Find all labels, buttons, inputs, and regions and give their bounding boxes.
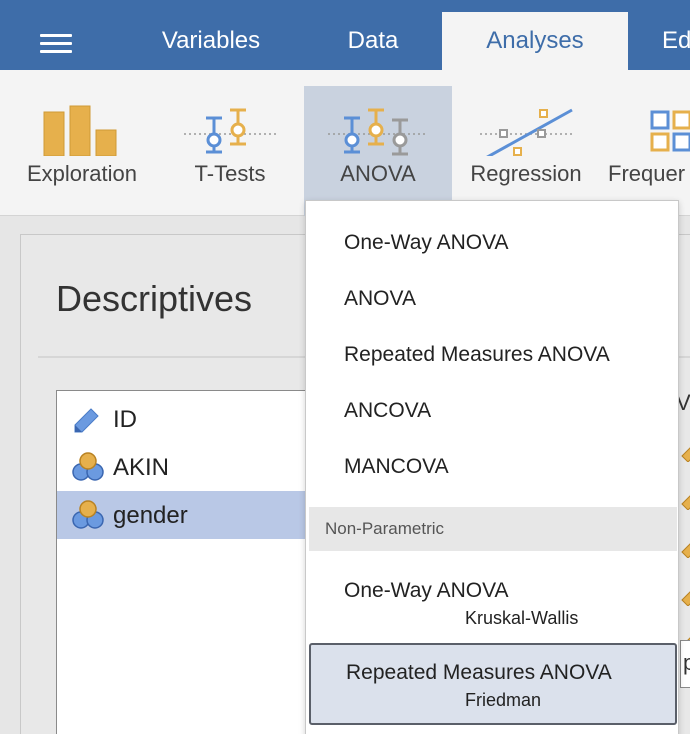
list-item-id[interactable]: ID <box>57 395 347 443</box>
variable-name: AKIN <box>113 454 170 481</box>
menu-item-friedman-sub: Friedman <box>465 690 542 710</box>
tab-edit[interactable]: Ed <box>662 12 690 70</box>
menu-item-anova[interactable]: ANOVA <box>344 287 416 311</box>
variable-list[interactable]: ID AKIN gender <box>56 390 347 734</box>
frequencies-label: Frequer <box>608 161 686 186</box>
anova-label: ANOVA <box>340 161 416 186</box>
ruler-pencil-icon <box>681 495 690 510</box>
regression-label: Regression <box>470 161 582 186</box>
menu-item-kruskal-wallis[interactable]: One-Way ANOVA <box>344 579 509 603</box>
menu-item-mancova[interactable]: MANCOVA <box>344 455 449 479</box>
split-by-box-partial[interactable]: p <box>680 640 690 688</box>
t-tests-button[interactable]: T-Tests <box>160 86 300 216</box>
non-parametric-section-header: Non-Parametric <box>309 507 677 551</box>
tab-variables[interactable]: Variables <box>140 12 282 70</box>
analysis-title: Descriptives <box>56 278 253 319</box>
anova-button[interactable]: ANOVA <box>304 86 452 216</box>
analyses-ribbon: Exploration T-Tests ANOVA Regression Fre… <box>0 70 690 216</box>
ruler-pencil-icon <box>681 447 690 462</box>
menu-item-kruskal-wallis-sub: Kruskal-Wallis <box>465 608 579 628</box>
exploration-bar-icon <box>43 105 117 156</box>
regression-icon <box>480 108 574 156</box>
top-tab-bar: Variables Data Analyses Ed <box>0 0 690 70</box>
menu-item-friedman-label: Repeated Measures ANOVA <box>346 661 612 684</box>
frequencies-icon <box>650 110 690 152</box>
ruler-pencil-icon <box>74 408 99 433</box>
menu-item-ancova[interactable]: ANCOVA <box>344 399 431 423</box>
section-label: Non-Parametric <box>325 519 445 538</box>
nominal-circles-icon <box>72 500 104 529</box>
ruler-pencil-icon <box>681 543 690 558</box>
hamburger-menu-icon[interactable] <box>40 34 72 54</box>
anova-icon <box>328 108 428 156</box>
variable-name: gender <box>113 502 188 529</box>
menu-item-one-way-anova[interactable]: One-Way ANOVA <box>344 231 509 255</box>
menu-item-repeated-measures-anova[interactable]: Repeated Measures ANOVA <box>344 343 610 367</box>
variable-name: ID <box>113 406 137 433</box>
exploration-label: Exploration <box>26 161 138 186</box>
nominal-circles-icon <box>72 452 104 481</box>
frequencies-button[interactable]: Frequer <box>604 86 690 216</box>
menu-item-friedman[interactable]: Repeated Measures ANOVA Friedman <box>309 643 677 725</box>
t-tests-icon <box>184 108 276 154</box>
t-tests-label: T-Tests <box>194 161 266 186</box>
tab-data[interactable]: Data <box>322 12 424 70</box>
tab-analyses[interactable]: Analyses <box>442 12 628 70</box>
list-item-gender[interactable]: gender <box>57 491 347 539</box>
list-item-akin[interactable]: AKIN <box>57 443 347 491</box>
ruler-pencil-icon <box>681 591 690 606</box>
regression-button[interactable]: Regression <box>456 86 596 216</box>
exploration-button[interactable]: Exploration <box>10 86 154 216</box>
anova-dropdown-menu: One-Way ANOVA ANOVA Repeated Measures AN… <box>305 200 679 734</box>
